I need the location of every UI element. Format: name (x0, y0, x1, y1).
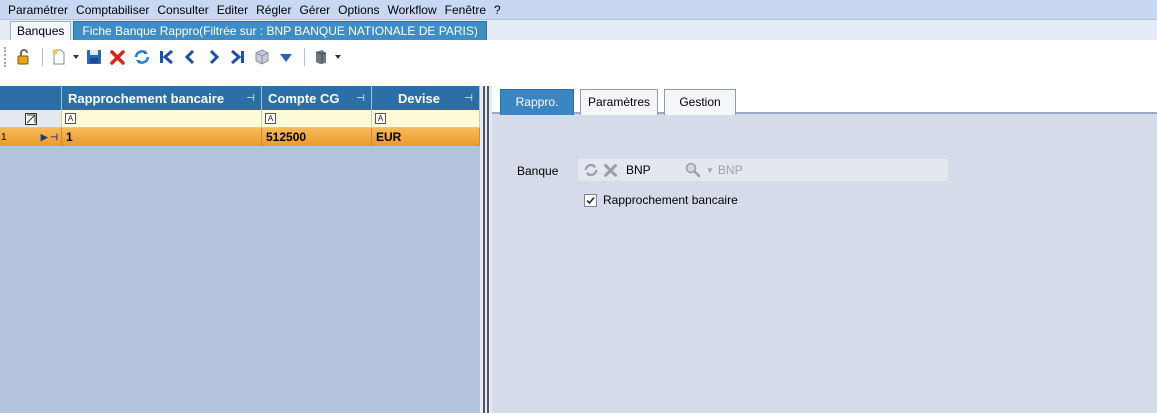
pin-icon[interactable]: ⊣ (246, 93, 255, 104)
previous-record-icon[interactable] (179, 46, 201, 68)
column-header-rapprochement[interactable]: Rapprochement bancaire ⊣ (62, 86, 262, 110)
bank-name-value: BNP (717, 163, 743, 177)
banque-lookup-field[interactable]: BNP ▼ BNP (578, 159, 948, 181)
toolbar-separator (42, 48, 43, 66)
rapprochement-checkbox-row[interactable]: Rapprochement bancaire (584, 193, 738, 207)
next-record-icon[interactable] (203, 46, 225, 68)
cube-icon[interactable] (251, 46, 273, 68)
panel-splitter[interactable] (480, 86, 492, 413)
search-icon[interactable] (684, 161, 702, 179)
menu-comptabiliser[interactable]: Comptabiliser (72, 3, 153, 17)
new-record-dropdown-icon[interactable] (72, 46, 80, 68)
filter-cell-compte-cg[interactable]: A (262, 110, 372, 128)
pin-icon[interactable]: ⊣ (464, 93, 473, 104)
menu-fenetre[interactable]: Fenêtre (441, 3, 490, 17)
column-label: Rapprochement bancaire (68, 90, 225, 106)
filter-operator-icon[interactable]: A (265, 113, 276, 124)
new-record-icon[interactable] (48, 46, 70, 68)
grid-panel: Rapprochement bancaire ⊣ Compte CG ⊣ Dev… (0, 86, 480, 413)
menu-options[interactable]: Options (334, 3, 383, 17)
refresh-icon[interactable] (131, 46, 153, 68)
grid-filter-row: A A A (0, 110, 480, 128)
banque-label: Banque (517, 164, 559, 178)
menu-workflow[interactable]: Workflow (384, 3, 441, 17)
document-tabs: Banques Fiche Banque Rappro(Filtrée sur … (0, 20, 1157, 40)
bank-code-value[interactable]: BNP (626, 163, 684, 177)
last-record-icon[interactable] (227, 46, 249, 68)
menu-editer[interactable]: Editer (213, 3, 252, 17)
column-label: Devise (398, 90, 440, 106)
cell-compte-cg[interactable]: 512500 (262, 128, 372, 146)
filter-operator-icon[interactable]: A (375, 113, 386, 124)
filter-operator-icon[interactable]: A (65, 113, 76, 124)
grid-corner-header[interactable] (0, 86, 62, 110)
toolbar-separator (304, 48, 305, 66)
rapprochement-checkbox[interactable] (584, 193, 597, 207)
menu-consulter[interactable]: Consulter (153, 3, 212, 17)
tab-parametres[interactable]: Paramètres (580, 89, 658, 115)
save-icon[interactable] (83, 46, 105, 68)
filter-icon[interactable] (275, 46, 297, 68)
checkmark-icon (586, 196, 595, 204)
tab-content-rappro: Banque BNP ▼ BNP Rapprochement bancaire (492, 116, 1157, 413)
column-header-devise[interactable]: Devise ⊣ (372, 86, 480, 110)
delete-icon[interactable] (107, 46, 129, 68)
detail-tabs: Rappro. Paramètres Gestion (492, 86, 1157, 115)
doc-tab-fiche-banque[interactable]: Fiche Banque Rappro(Filtrée sur : BNP BA… (73, 21, 487, 40)
clear-icon[interactable] (602, 161, 620, 179)
pin-icon[interactable]: ⊣ (356, 93, 365, 104)
cell-rapprochement[interactable]: 1 (62, 128, 262, 146)
column-label: Compte CG (268, 90, 340, 106)
toolbar-grip[interactable] (4, 47, 7, 67)
filter-cell-devise[interactable]: A (372, 110, 480, 128)
tab-gestion[interactable]: Gestion (664, 89, 736, 115)
menu-help[interactable]: ? (490, 3, 505, 17)
toolbar (0, 40, 1157, 86)
refresh-icon[interactable] (582, 161, 600, 179)
detail-panel: Rappro. Paramètres Gestion Banque BNP ▼ … (492, 86, 1157, 413)
filter-toggle-icon[interactable] (24, 112, 37, 125)
menu-regler[interactable]: Régler (252, 3, 295, 17)
export-dropdown-icon[interactable] (334, 46, 342, 68)
menu-parametrer[interactable]: Paramétrer (4, 3, 72, 17)
menu-gerer[interactable]: Gérer (295, 3, 334, 17)
filter-toggle-cell[interactable] (0, 110, 62, 128)
menu-bar: Paramétrer Comptabiliser Consulter Edite… (0, 0, 1157, 20)
export-icon[interactable] (310, 46, 332, 68)
row-number: 1 (1, 131, 7, 143)
unlock-icon[interactable] (13, 46, 35, 68)
column-header-compte-cg[interactable]: Compte CG ⊣ (262, 86, 372, 110)
filter-cell-rapprochement[interactable]: A (62, 110, 262, 128)
table-row[interactable]: 1 ▶ ⊣ 1 512500 EUR (0, 128, 480, 146)
row-selector[interactable]: 1 ▶ ⊣ (0, 128, 62, 146)
rapprochement-checkbox-label[interactable]: Rapprochement bancaire (603, 193, 738, 207)
current-row-arrow-icon: ▶ ⊣ (40, 131, 58, 142)
doc-tab-banques[interactable]: Banques (10, 21, 72, 40)
grid-header: Rapprochement bancaire ⊣ Compte CG ⊣ Dev… (0, 86, 480, 110)
first-record-icon[interactable] (155, 46, 177, 68)
cell-devise[interactable]: EUR (372, 128, 480, 146)
tab-rappro[interactable]: Rappro. (500, 89, 574, 115)
chevron-down-icon[interactable]: ▼ (706, 166, 714, 175)
